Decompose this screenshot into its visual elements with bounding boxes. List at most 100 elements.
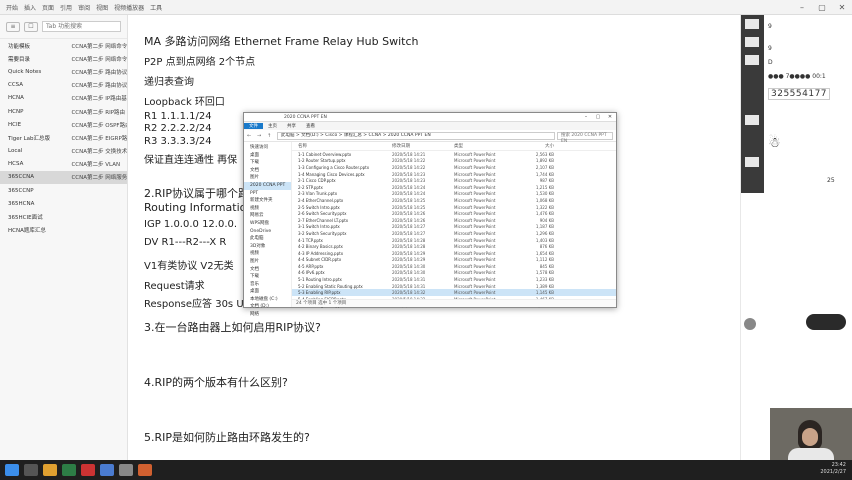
nav-pane-item[interactable]: 下载: [244, 273, 291, 281]
file-row[interactable]: 2-6 Switch Security.pptx 2020/5/18 14:26 M…: [292, 210, 616, 217]
nav-pane-item[interactable]: 快速访问: [244, 144, 291, 152]
close-icon[interactable]: ✕: [604, 113, 616, 122]
nav-pane-item[interactable]: 网络: [244, 311, 291, 319]
minimize-button[interactable]: –: [792, 0, 812, 15]
forward-arrow-icon[interactable]: →: [257, 133, 265, 139]
address-bar[interactable]: 此电脑 > 文档(D:) > Cisco > 课程汇总 > CCNA > 202…: [277, 131, 555, 140]
sidebar-item[interactable]: HCNA CCNA第二步 IP路由基础: [0, 92, 127, 105]
column-name[interactable]: 名称: [292, 143, 392, 149]
sidebar-item[interactable]: Tiger Lab汇总版 CCNA第二步 EIGRP路由: [0, 131, 127, 144]
nav-pane-item[interactable]: OneDrive: [244, 228, 291, 236]
nav-pane-item[interactable]: 新建文件夹: [244, 197, 291, 205]
file-row[interactable]: 4-2 Binary Basics.pptx 2020/5/18 14:28 Mic…: [292, 243, 616, 250]
sidebar-item[interactable]: HCSA CCNA第二步 VLAN: [0, 158, 127, 171]
nav-pane-item[interactable]: WPS网盘: [244, 220, 291, 228]
column-date[interactable]: 修改日期: [392, 143, 454, 149]
file-row[interactable]: 1-3 Configuring a Cisco Router.pptx 2020/…: [292, 164, 616, 171]
explorer-search-input[interactable]: 搜索 2020 CCNA PPT EN: [557, 131, 613, 144]
file-row[interactable]: 5-1 Routing Intro.pptx 2020/5/18 14:31 Mic…: [292, 276, 616, 283]
chat-icon[interactable]: [745, 19, 759, 29]
sidebar-item[interactable]: Local CCNA第二步 交换技术: [0, 145, 127, 158]
page-icon[interactable]: ☐: [24, 21, 38, 32]
sidebar-search-input[interactable]: Tab 功能搜索: [42, 21, 121, 32]
nav-pane-item[interactable]: 桌面: [244, 288, 291, 296]
app-icon[interactable]: [81, 464, 95, 476]
close-button[interactable]: ✕: [832, 0, 852, 15]
nav-pane-item[interactable]: 文档: [244, 266, 291, 274]
menu-item[interactable]: 视图: [96, 3, 108, 12]
tab-home[interactable]: 主页: [263, 123, 282, 129]
maximize-button[interactable]: ▢: [812, 0, 832, 15]
sidebar-item[interactable]: 365CCNP: [0, 184, 127, 197]
nav-pane-item[interactable]: 图片: [244, 174, 291, 182]
nav-pane-item[interactable]: 文档 (D:): [244, 303, 291, 311]
file-row[interactable]: 2-4 EtherChannel.pptx 2020/5/18 14:25 Micr…: [292, 197, 616, 204]
nav-pane-item[interactable]: 图片: [244, 258, 291, 266]
menu-item[interactable]: 插入: [24, 3, 36, 12]
menu-item[interactable]: 审阅: [78, 3, 90, 12]
file-row[interactable]: 5-2 Enabling Static Routing.pptx 2020/5/1…: [292, 283, 616, 290]
nav-pane-item[interactable]: 下载: [244, 159, 291, 167]
nav-pane-item[interactable]: 文档: [244, 167, 291, 175]
menu-icon[interactable]: ≡: [6, 21, 20, 32]
file-row[interactable]: 2-5 Switch Intro.pptx 2020/5/18 14:25 Micr…: [292, 204, 616, 211]
clock[interactable]: 23:42 2021/2/27: [820, 462, 846, 476]
up-arrow-icon[interactable]: ↑: [267, 133, 275, 139]
nav-pane-item[interactable]: 视频: [244, 250, 291, 258]
tab-share[interactable]: 共享: [282, 123, 301, 129]
nav-pane-item[interactable]: PPT: [244, 190, 291, 198]
sidebar-item[interactable]: HCIE CCNA第二步 OSPF路由: [0, 118, 127, 131]
file-row[interactable]: 4-5 ARP.pptx 2020/5/18 14:30 Microsoft Pow…: [292, 263, 616, 270]
nav-pane-item[interactable]: 2020 CCNA PPT: [244, 181, 291, 190]
menu-item[interactable]: 页面: [42, 3, 54, 12]
chat-icon[interactable]: [745, 37, 759, 47]
menu-item[interactable]: 引用: [60, 3, 72, 12]
file-row[interactable]: 3-1 Switch Intro.pptx 2020/5/18 14:27 Micr…: [292, 224, 616, 231]
file-row[interactable]: 3-2 Switch Security.pptx 2020/5/18 14:27 M…: [292, 230, 616, 237]
menu-item[interactable]: 视频播放器: [114, 3, 144, 12]
file-row[interactable]: 4-6 IPv6.pptx 2020/5/18 14:30 Microsoft Po…: [292, 270, 616, 277]
sidebar-item[interactable]: 365CCNA CCNA第二步 网络服务: [0, 170, 127, 185]
file-row[interactable]: 2-1 Cisco CDP.pptx 2020/5/18 14:23 Microso…: [292, 177, 616, 184]
menu-item[interactable]: 开始: [6, 3, 18, 12]
file-row[interactable]: 1-4 Managing Cisco Devices.pptx 2020/5/18…: [292, 171, 616, 178]
app-icon[interactable]: [62, 464, 76, 476]
app-icon[interactable]: [138, 464, 152, 476]
tab-view[interactable]: 查看: [301, 123, 320, 129]
minimize-icon[interactable]: –: [580, 113, 592, 122]
file-row[interactable]: 2-7 EtherChannel LT.pptx 2020/5/18 14:26 M…: [292, 217, 616, 224]
file-explorer-window[interactable]: 2020 CCNA PPT EN – ▢ ✕ 文件 主页 共享 查看 ← → ↑…: [243, 112, 617, 317]
nav-pane-item[interactable]: 桌面: [244, 152, 291, 160]
sidebar-item[interactable]: Quick Notes CCNA第二步 路由协议: [0, 65, 127, 78]
avatar[interactable]: [744, 318, 756, 330]
file-row[interactable]: 1-1 Cabinet Overview.pptx 2020/5/18 14:21…: [292, 151, 616, 158]
nav-pane-item[interactable]: 网易云: [244, 212, 291, 220]
avatar[interactable]: [806, 314, 846, 330]
sidebar-item[interactable]: 需要目录 CCNA第二步 网络命令: [0, 52, 127, 65]
nav-pane-item[interactable]: 3D对象: [244, 243, 291, 251]
sidebar-item[interactable]: 功能模板 CCNA第二步 网络命令+1: [0, 39, 127, 52]
menu-item[interactable]: 工具: [150, 3, 162, 12]
chat-icon[interactable]: [745, 157, 759, 167]
file-row[interactable]: 4-1 TCP.pptx 2020/5/18 14:28 Microsoft Pow…: [292, 237, 616, 244]
file-row[interactable]: 5-3 Enabling RIP.pptx 2020/5/18 14:32 Micr…: [292, 289, 616, 297]
nav-pane-item[interactable]: 本地磁盘 (C:): [244, 296, 291, 304]
maximize-icon[interactable]: ▢: [592, 113, 604, 122]
sidebar-item[interactable]: 365HCIE面试: [0, 210, 127, 223]
nav-pane-item[interactable]: 此电脑: [244, 235, 291, 243]
nav-pane-item[interactable]: 音乐: [244, 281, 291, 289]
sidebar-item[interactable]: CCSA CCNA第二步 路由协议: [0, 79, 127, 92]
search-icon[interactable]: [24, 464, 38, 476]
chat-icon[interactable]: [745, 55, 759, 65]
file-row[interactable]: 2-2 STP.pptx 2020/5/18 14:24 Microsoft Pow…: [292, 184, 616, 191]
app-icon[interactable]: [100, 464, 114, 476]
file-row[interactable]: 1-2 Router Startup.pptx 2020/5/18 14:22 Mi…: [292, 158, 616, 165]
file-row[interactable]: 4-3 IP Addressing.pptx 2020/5/18 14:29 Mic…: [292, 250, 616, 257]
file-row[interactable]: 2-3 Vlan Trunk.pptx 2020/5/18 14:24 Micros…: [292, 191, 616, 198]
file-row[interactable]: 4-4 Subnet CIDR.pptx 2020/5/18 14:29 Micro…: [292, 257, 616, 264]
sidebar-item[interactable]: HCNP CCNA第二步 RIP路由: [0, 105, 127, 118]
nav-pane-item[interactable]: 视频: [244, 205, 291, 213]
sidebar-item[interactable]: HCNA题库汇总: [0, 224, 127, 237]
back-arrow-icon[interactable]: ←: [247, 133, 255, 139]
chat-icon[interactable]: [745, 115, 759, 125]
